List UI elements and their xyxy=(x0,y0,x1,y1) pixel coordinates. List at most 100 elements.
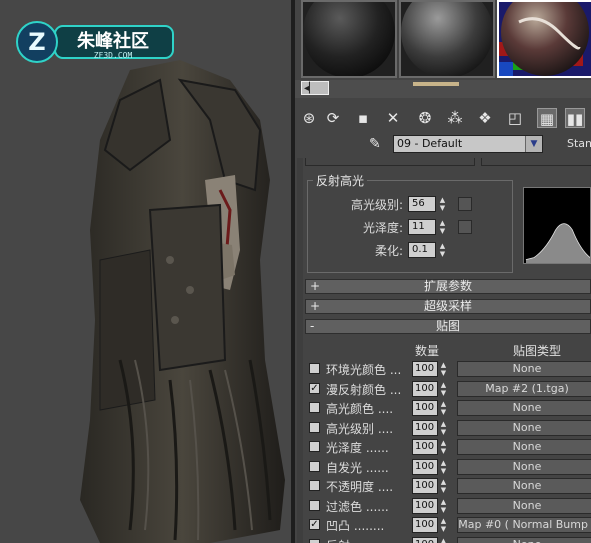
glossiness-input[interactable]: 11 xyxy=(408,219,436,235)
sample-slots-scrollbar[interactable]: ◂▏ xyxy=(295,80,591,98)
map-amount-input[interactable]: 100 xyxy=(412,497,438,514)
rollout-maps[interactable]: - 贴图 xyxy=(305,319,591,334)
put-to-scene-icon[interactable]: ⟳ xyxy=(323,108,343,128)
map-amount-spinner[interactable]: ▲▼ xyxy=(439,361,448,377)
map-amount-spinner[interactable]: ▲▼ xyxy=(439,498,448,514)
scroll-handle[interactable] xyxy=(413,82,459,86)
map-enable-checkbox[interactable] xyxy=(309,480,320,491)
map-channel-label: 反射 xyxy=(326,537,412,543)
map-enable-checkbox[interactable] xyxy=(309,421,320,433)
eyedropper-icon[interactable]: ✎ xyxy=(369,136,385,152)
material-type-button[interactable]: Stan xyxy=(567,137,591,150)
map-row: 光泽度 ...... 100 ▲ ▼ None xyxy=(305,438,591,456)
map-row: 高光级别 .... 100 ▲ ▼ None xyxy=(305,419,591,437)
specular-level-map-button[interactable] xyxy=(458,197,472,211)
highlight-curve-graph xyxy=(523,187,591,264)
map-amount-input[interactable]: 100 xyxy=(412,361,438,377)
make-unique-icon[interactable]: ⁂ xyxy=(445,108,465,128)
sample-slot-2[interactable] xyxy=(399,0,495,78)
highlight-curve xyxy=(525,223,591,263)
map-channel-label: 高光级别 .... xyxy=(326,421,394,436)
material-toolbar: ⊛ ⟳ ▪ ✕ ❂ ⁂ ❖ ◰ ▦ ▮▮ xyxy=(295,105,591,131)
glossiness-spinner[interactable]: ▲ ▼ xyxy=(438,219,447,235)
soften-input[interactable]: 0.1 xyxy=(408,242,436,258)
map-amount-input[interactable]: 100 xyxy=(412,517,438,533)
rollout-title: 贴图 xyxy=(435,319,460,333)
map-slot-button[interactable]: None xyxy=(457,458,591,475)
map-amount-input[interactable]: 100 xyxy=(412,419,438,436)
map-amount-input[interactable]: 100 xyxy=(412,478,438,494)
map-slot-button[interactable]: Map #2 (1.tga) xyxy=(457,380,591,397)
map-row: ✓ 漫反射颜色 ... 100 ▲ ▼ Map #2 (1.tga) xyxy=(305,380,591,398)
map-amount-input[interactable]: 100 xyxy=(412,458,438,475)
map-enable-checkbox[interactable]: ✓ xyxy=(309,519,320,530)
map-amount-spinner[interactable]: ▲▼ xyxy=(439,537,448,543)
map-slot-button[interactable]: None xyxy=(457,497,591,514)
material-name-row: ✎ 09 - Default ▼ Stan xyxy=(295,134,591,156)
map-enable-checkbox[interactable] xyxy=(309,363,320,374)
map-amount-spinner[interactable]: ▲▼ xyxy=(439,381,448,397)
map-row: 自发光 ...... 100 ▲ ▼ None xyxy=(305,458,591,476)
divider xyxy=(481,158,591,166)
divider xyxy=(305,158,475,166)
material-id-icon[interactable]: ◰ xyxy=(505,108,525,128)
map-amount-spinner[interactable]: ▲▼ xyxy=(439,478,448,494)
scroll-left-button[interactable]: ◂▏ xyxy=(301,81,329,95)
viewport[interactable]: Z 朱峰社区 ZF3D.COM xyxy=(0,0,291,543)
map-enable-checkbox[interactable] xyxy=(309,499,320,511)
delete-icon[interactable]: ✕ xyxy=(383,108,403,128)
assign-to-selection-icon[interactable]: ▪ xyxy=(353,108,373,128)
map-amount-spinner[interactable]: ▲▼ xyxy=(439,439,448,455)
map-row: 过滤色 ...... 100 ▲ ▼ None xyxy=(305,497,591,515)
sample-sphere-textured xyxy=(499,2,591,76)
sample-slot-1[interactable] xyxy=(301,0,397,78)
map-channel-label: 漫反射颜色 ... xyxy=(326,382,402,397)
map-slot-button[interactable]: None xyxy=(457,419,591,436)
map-slot-button[interactable]: None xyxy=(457,361,591,377)
map-channel-label: 过滤色 ...... xyxy=(326,499,389,514)
map-channel-label: 不透明度 .... xyxy=(326,480,394,494)
chevron-down-icon[interactable]: ▼ xyxy=(525,136,542,152)
specular-level-input[interactable]: 56 xyxy=(408,196,436,212)
make-copy-icon[interactable]: ❂ xyxy=(415,108,435,128)
map-amount-input[interactable]: 100 xyxy=(412,380,438,397)
show-map-icon[interactable]: ▦ xyxy=(537,108,557,128)
map-enable-checkbox[interactable] xyxy=(309,441,320,452)
map-enable-checkbox[interactable] xyxy=(309,402,320,413)
map-slot-button[interactable]: None xyxy=(457,478,591,494)
map-slot-button[interactable]: None xyxy=(457,439,591,455)
map-amount-spinner[interactable]: ▲▼ xyxy=(439,517,448,533)
material-editor-panel: ◂▏ ⊛ ⟳ ▪ ✕ ❂ ⁂ ❖ ◰ ▦ ▮▮ ✎ 09 - Default ▼… xyxy=(295,0,591,543)
amount-column-header: 数量 xyxy=(415,344,440,358)
map-amount-input[interactable]: 100 xyxy=(412,536,438,543)
material-name-field[interactable]: 09 - Default ▼ xyxy=(393,135,543,153)
map-enable-checkbox[interactable] xyxy=(309,460,320,472)
show-end-result-icon[interactable]: ▮▮ xyxy=(565,108,585,128)
rollout-supersampling[interactable]: + 超级采样 xyxy=(305,299,591,314)
map-enable-checkbox[interactable]: ✓ xyxy=(309,382,320,394)
sample-sphere-1 xyxy=(303,2,395,76)
rollout-scrollbar[interactable] xyxy=(297,158,303,543)
glossiness-map-button[interactable] xyxy=(458,220,472,234)
map-amount-spinner[interactable]: ▲▼ xyxy=(439,420,448,436)
map-amount-spinner[interactable]: ▲▼ xyxy=(439,400,448,416)
rollout-extended-parameters[interactable]: + 扩展参数 xyxy=(305,279,591,294)
map-enable-checkbox[interactable] xyxy=(309,538,320,543)
map-slot-button[interactable]: Map #0 ( Normal Bump ) xyxy=(457,517,591,533)
get-material-icon[interactable]: ⊛ xyxy=(299,108,319,128)
map-amount-input[interactable]: 100 xyxy=(412,439,438,455)
map-row: 不透明度 .... 100 ▲ ▼ None xyxy=(305,477,591,495)
sample-slot-3-active[interactable] xyxy=(497,0,591,78)
map-slot-button[interactable]: None xyxy=(457,536,591,543)
specular-level-spinner[interactable]: ▲ ▼ xyxy=(438,196,447,212)
map-amount-input[interactable]: 100 xyxy=(412,400,438,416)
put-to-library-icon[interactable]: ❖ xyxy=(475,108,495,128)
soften-label: 柔化: xyxy=(374,244,403,258)
soften-spinner[interactable]: ▲ ▼ xyxy=(438,242,447,258)
map-channel-label: 自发光 ...... xyxy=(326,460,389,475)
map-amount-spinner[interactable]: ▲▼ xyxy=(439,459,448,475)
svg-text:Z: Z xyxy=(28,28,45,56)
watermark-title: 朱峰社区 xyxy=(77,30,149,52)
map-slot-button[interactable]: None xyxy=(457,400,591,416)
character-model xyxy=(80,60,285,543)
